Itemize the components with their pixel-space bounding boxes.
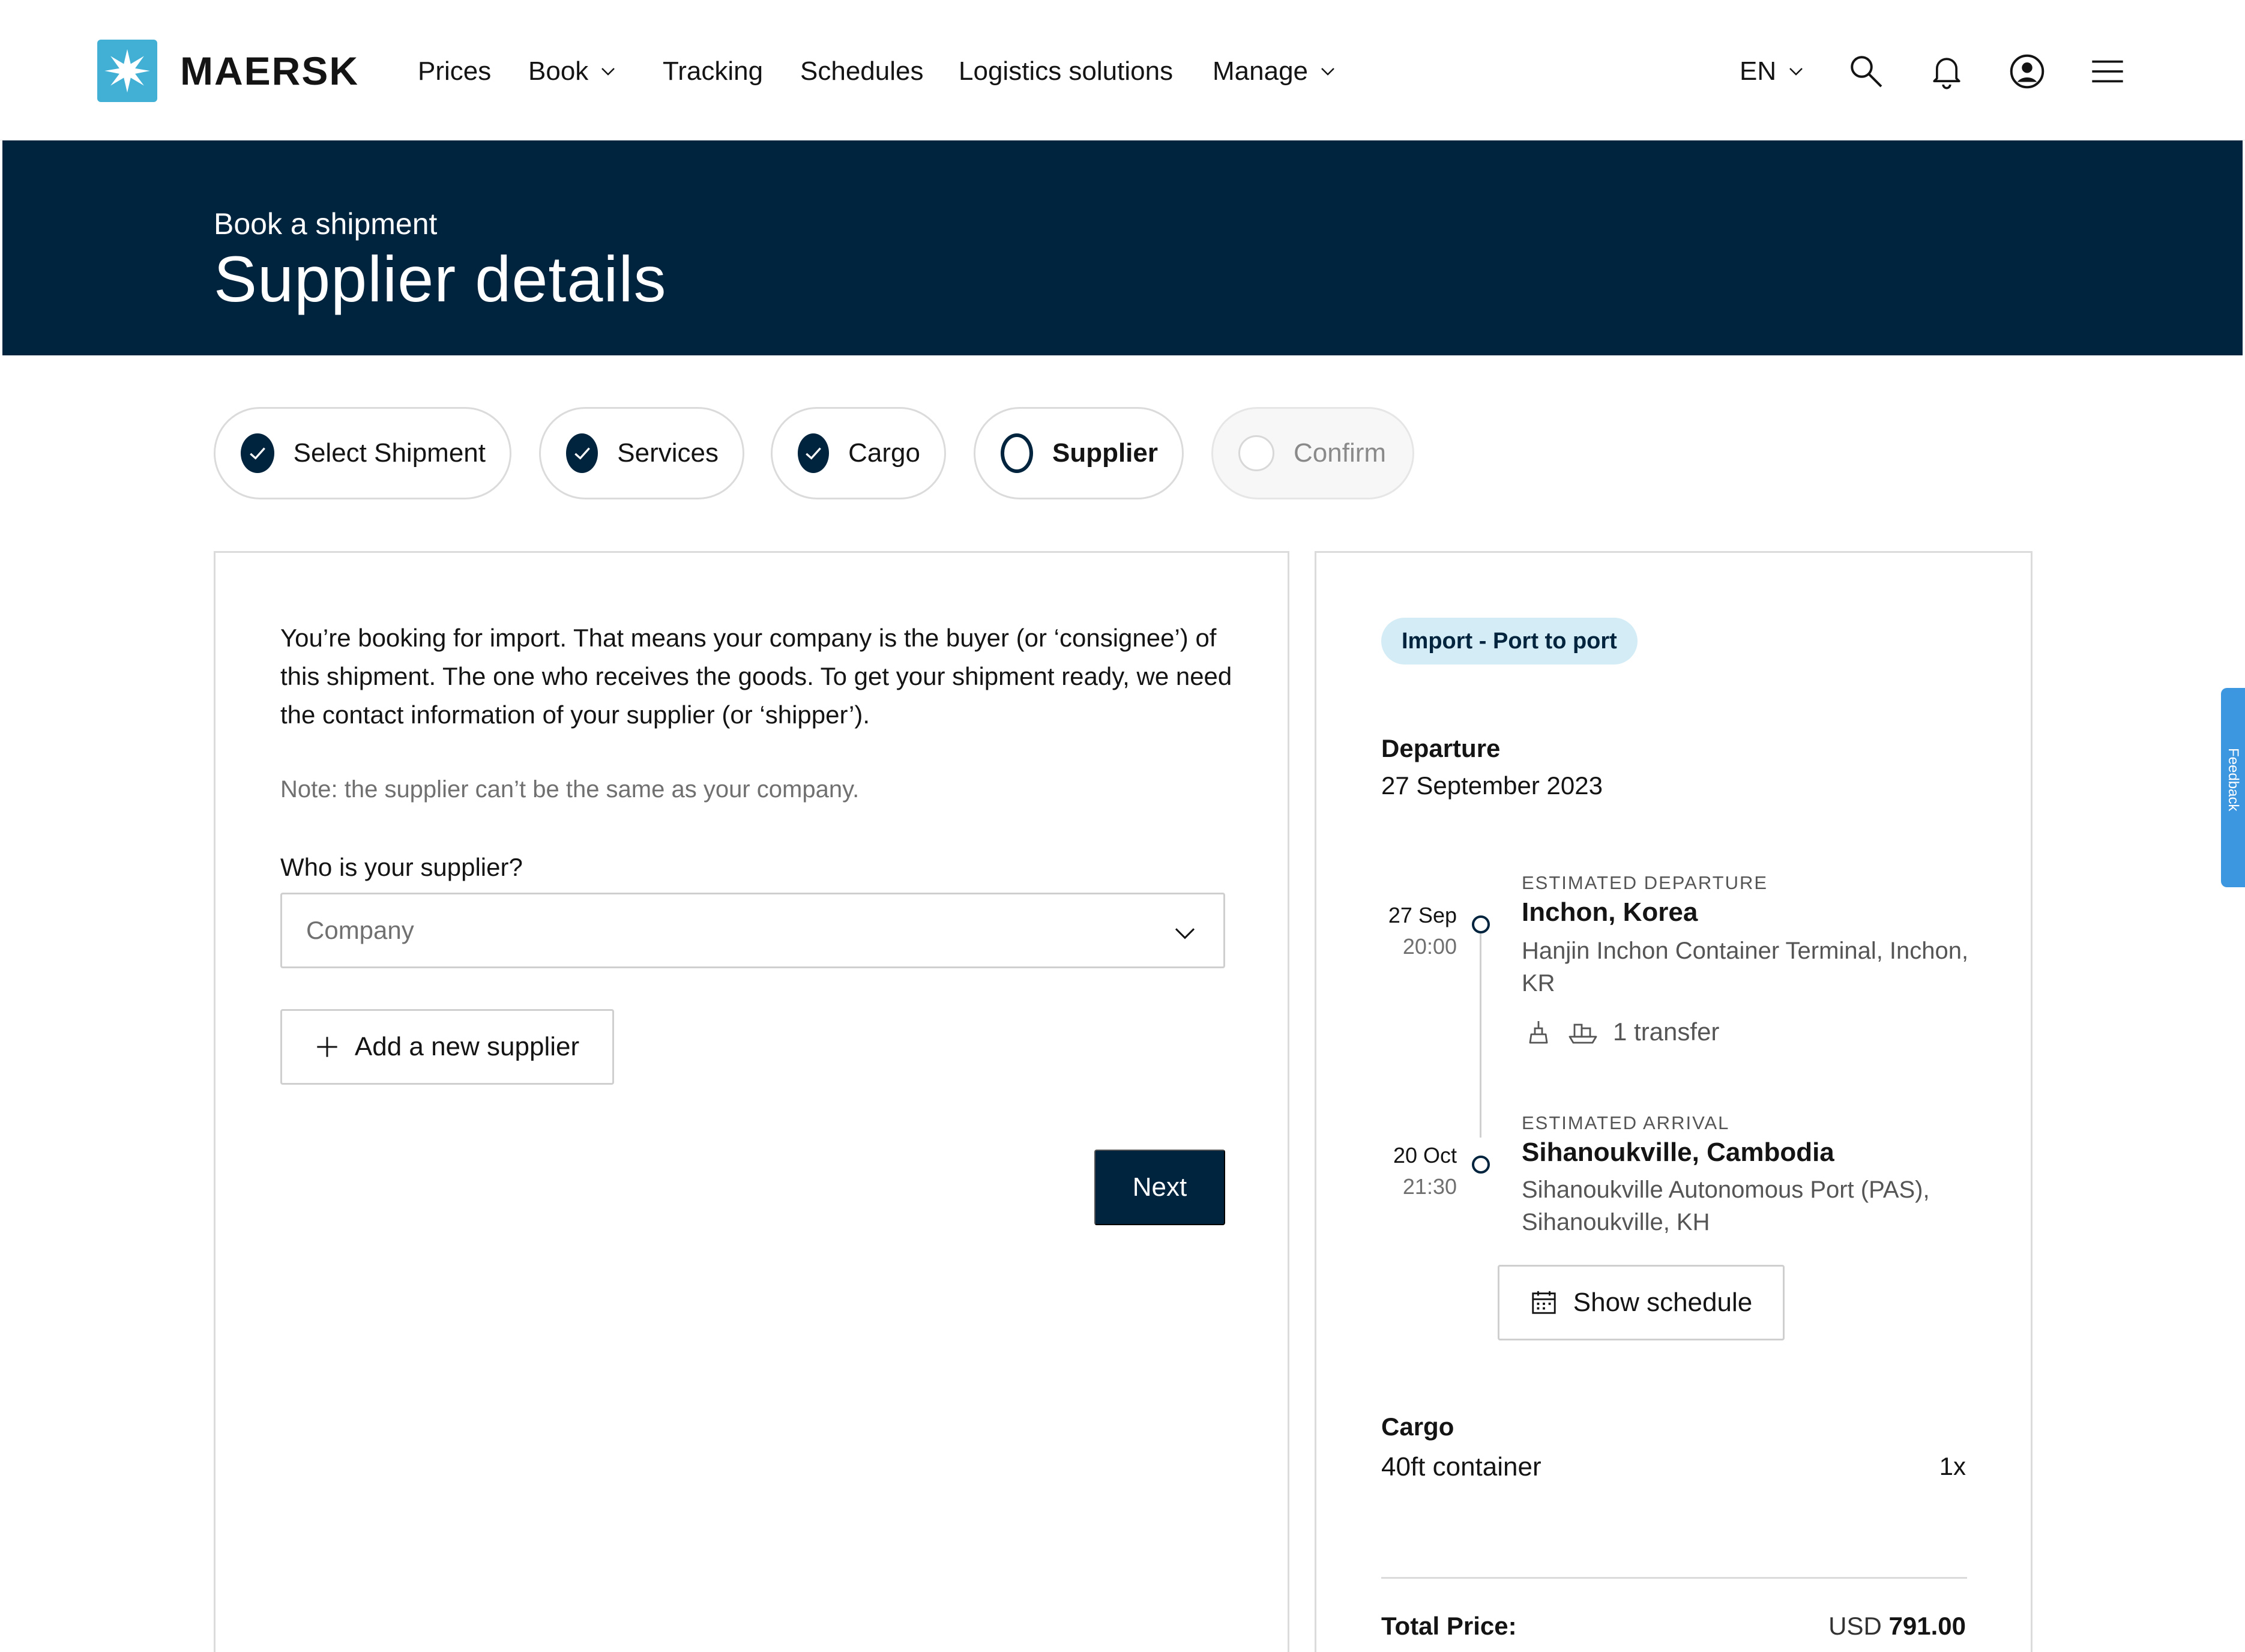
- user-icon[interactable]: [2007, 52, 2047, 91]
- nav-label: Tracking: [663, 56, 764, 86]
- nav-label: Prices: [418, 56, 492, 86]
- nav-schedules[interactable]: Schedules: [800, 56, 923, 86]
- circle-icon: [1238, 435, 1274, 471]
- calendar-icon: [1532, 1291, 1556, 1314]
- intro-text: You’re booking for import. That means yo…: [280, 624, 1232, 729]
- booking-summary-card: Import - Port to port Departure 27 Septe…: [1315, 551, 2033, 1652]
- chevron-down-icon: [1789, 68, 1803, 76]
- destination-date: 20 Oct: [1393, 1143, 1457, 1168]
- breadcrumb-subtitle: Book a shipment: [214, 207, 438, 241]
- button-label: Show schedule: [1573, 1288, 1753, 1317]
- nav-logistics-solutions[interactable]: Logistics solutions: [959, 56, 1173, 86]
- step-label: Confirm: [1294, 438, 1387, 468]
- origin-date: 27 Sep: [1388, 903, 1457, 927]
- destination-dot-icon: [1472, 1156, 1490, 1174]
- cargo-quantity: 1x: [1939, 1452, 1966, 1480]
- chevron-down-icon: [1175, 928, 1195, 939]
- step-services[interactable]: Services: [539, 407, 744, 499]
- origin-dot-icon: [1472, 915, 1490, 933]
- supplier-company-select[interactable]: Company: [280, 893, 1225, 968]
- supplier-question-label: Who is your supplier?: [280, 853, 523, 881]
- check-circle-icon: [241, 433, 274, 473]
- transfer-count: 1 transfer: [1613, 1017, 1720, 1046]
- origin-time: 20:00: [1402, 934, 1457, 959]
- nav-label: Schedules: [800, 56, 924, 86]
- page-header-banner: Book a shipment Supplier details: [2, 140, 2243, 355]
- step-label: Cargo: [848, 438, 920, 468]
- cargo-heading: Cargo: [1381, 1412, 1454, 1441]
- nav-prices[interactable]: Prices: [418, 56, 491, 86]
- supplier-form-card: You’re booking for import. That means yo…: [214, 551, 1289, 1652]
- destination-time: 21:30: [1402, 1174, 1457, 1199]
- departure-heading: Departure: [1381, 734, 1501, 762]
- button-label: Add a new supplier: [354, 1032, 580, 1061]
- crane-icon: [1529, 1021, 1548, 1044]
- nav-label: Logistics solutions: [959, 56, 1174, 86]
- brand-name[interactable]: MAERSK: [180, 48, 359, 94]
- maersk-star-logo-icon[interactable]: [97, 40, 157, 102]
- add-supplier-button[interactable]: Add a new supplier: [280, 1009, 614, 1085]
- shipment-type-badge: Import - Port to port: [1381, 618, 1638, 665]
- cargo-item: 40ft container: [1381, 1452, 1541, 1482]
- step-cargo[interactable]: Cargo: [771, 407, 946, 499]
- total-price-value: USD 791.00: [1828, 1612, 1966, 1641]
- show-schedule-button[interactable]: Show schedule: [1498, 1265, 1785, 1340]
- top-navigation: MAERSK Prices Book Tracking Schedules Lo…: [0, 0, 2245, 140]
- destination-address: Sihanoukville Autonomous Port (PAS), Sih…: [1522, 1177, 1930, 1235]
- divider: [1381, 1577, 1967, 1579]
- chevron-down-icon: [1321, 68, 1334, 76]
- nav-book[interactable]: Book: [528, 56, 617, 86]
- origin-datetime: 27 Sep 20:00: [1373, 900, 1457, 962]
- step-supplier[interactable]: Supplier: [974, 407, 1184, 499]
- language-selector[interactable]: EN: [1740, 56, 1805, 86]
- feedback-label: Feedback: [2225, 748, 2241, 812]
- feedback-tab[interactable]: Feedback: [2221, 688, 2245, 887]
- check-circle-icon: [566, 433, 598, 473]
- note-text: Note: the supplier can’t be the same as …: [280, 776, 860, 803]
- check-circle-icon: [798, 433, 830, 473]
- bell-icon[interactable]: [1927, 52, 1966, 91]
- total-currency: USD: [1828, 1612, 1882, 1640]
- nav-label: Manage: [1213, 56, 1309, 86]
- select-placeholder: Company: [306, 916, 414, 944]
- nav-tracking[interactable]: Tracking: [663, 56, 763, 86]
- step-label: Supplier: [1052, 438, 1158, 468]
- page-title: Supplier details: [214, 243, 667, 315]
- language-label: EN: [1740, 56, 1777, 86]
- badge-label: Import - Port to port: [1402, 628, 1617, 654]
- plus-icon: [317, 1037, 337, 1057]
- step-label: Select Shipment: [293, 438, 486, 468]
- nav-manage[interactable]: Manage: [1213, 56, 1337, 86]
- departure-date: 27 September 2023: [1381, 771, 1603, 800]
- origin-address: Hanjin Inchon Container Terminal, Inchon…: [1522, 938, 1969, 996]
- destination-city: Sihanoukville, Cambodia: [1522, 1138, 1834, 1167]
- button-label: Next: [1132, 1172, 1187, 1202]
- origin-city: Inchon, Korea: [1522, 897, 1698, 927]
- search-icon[interactable]: [1846, 52, 1886, 91]
- next-button[interactable]: Next: [1094, 1150, 1225, 1225]
- step-label: Services: [617, 438, 719, 468]
- destination-datetime: 20 Oct 21:30: [1373, 1140, 1457, 1202]
- timeline-line: [1480, 933, 1481, 1138]
- total-amount: 791.00: [1888, 1612, 1966, 1640]
- vessel-icon: [1568, 1023, 1597, 1044]
- transfer-info: 1 transfer: [1524, 1017, 1719, 1046]
- nav-label: Book: [528, 56, 589, 86]
- total-price-label: Total Price:: [1381, 1612, 1517, 1640]
- step-select-shipment[interactable]: Select Shipment: [214, 407, 511, 499]
- destination-caption: ESTIMATED ARRIVAL: [1522, 1112, 1730, 1133]
- step-confirm: Confirm: [1211, 407, 1414, 499]
- menu-icon[interactable]: [2088, 52, 2127, 91]
- origin-caption: ESTIMATED DEPARTURE: [1522, 872, 1768, 893]
- chevron-down-icon: [601, 68, 615, 76]
- circle-icon: [1001, 433, 1033, 473]
